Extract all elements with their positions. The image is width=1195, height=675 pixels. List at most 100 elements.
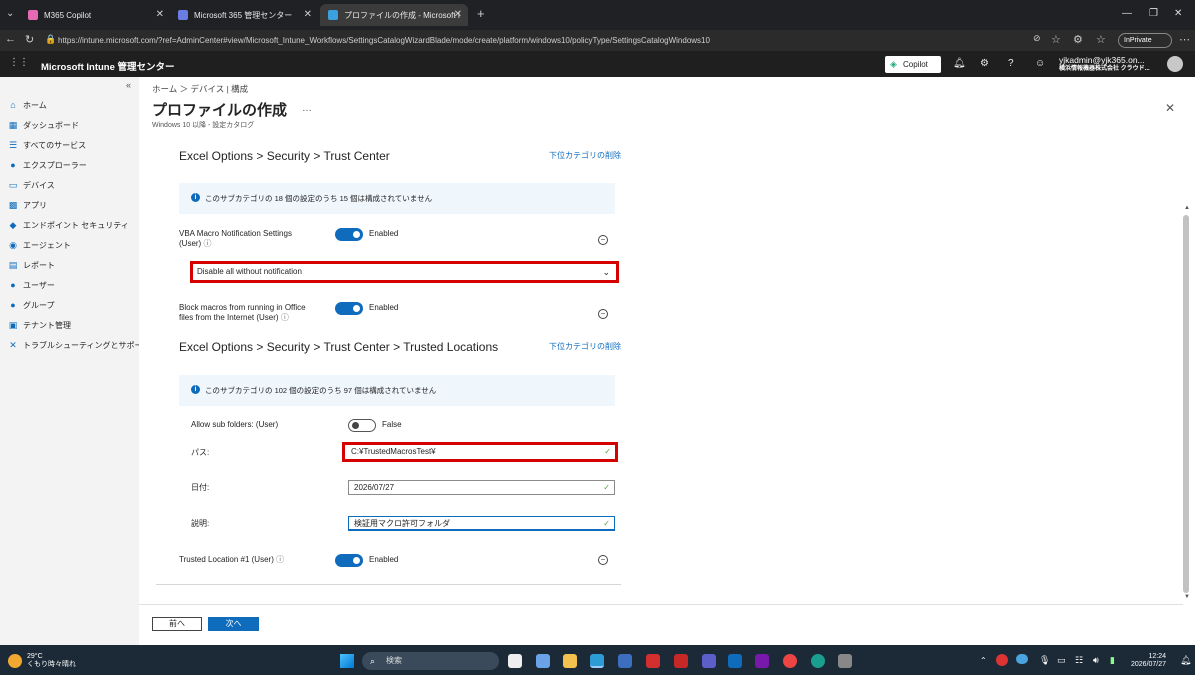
sidebar-item[interactable]: ● ユーザー	[8, 277, 55, 293]
sidebar-item-icon: ●	[10, 300, 16, 310]
close-tab-icon[interactable]: ✕	[304, 9, 312, 20]
sidebar-item[interactable]: ● グループ	[8, 297, 54, 313]
date-label: 日付:	[191, 483, 210, 492]
display-icon[interactable]: ▭	[1057, 655, 1066, 666]
snipping-tool-icon[interactable]	[838, 654, 852, 668]
sidebar-item[interactable]: ▩ アプリ	[8, 197, 47, 213]
lock-icon[interactable]: 🔒	[45, 34, 56, 45]
app-l-icon[interactable]	[646, 654, 660, 668]
collapse-sidebar-icon[interactable]: «	[126, 80, 131, 90]
sidebar-item[interactable]: ◆ エンドポイント セキュリティ	[8, 217, 129, 233]
info-circle-icon[interactable]: ⓘ	[276, 555, 284, 564]
refresh-icon[interactable]: ↻	[25, 33, 34, 46]
description-input[interactable]: 検証用マクロ許可フォルダ ✓	[348, 516, 615, 531]
feedback-icon[interactable]: ☺	[1035, 58, 1045, 69]
next-button[interactable]: 次へ	[208, 617, 259, 631]
tray-app-icon[interactable]	[996, 654, 1008, 666]
sidebar-item[interactable]: ▭ デバイス	[8, 177, 55, 193]
tab-intune-profile[interactable]: プロファイルの作成 - Microsoft Intune ✕	[320, 4, 468, 26]
sidebar-item[interactable]: ▤ レポート	[8, 257, 55, 273]
task-view-icon[interactable]	[508, 654, 522, 668]
sidebar-item[interactable]: ⌂ ホーム	[8, 97, 46, 113]
remove-setting-icon[interactable]: −	[598, 235, 608, 245]
taskbar-search[interactable]: ⌕ 検索	[362, 652, 499, 670]
tracking-icon[interactable]: ⊘	[1033, 33, 1041, 44]
microphone-icon[interactable]: 🎙︎	[1039, 655, 1050, 666]
onenote-icon[interactable]	[755, 654, 769, 668]
trusted-location-toggle[interactable]	[335, 554, 363, 567]
menu-icon[interactable]: ⋯	[1179, 33, 1190, 46]
volume-icon[interactable]: 🔊︎	[1093, 655, 1099, 666]
store-icon[interactable]	[618, 654, 632, 668]
favorite-icon[interactable]: ☆	[1051, 33, 1061, 46]
block-macros-toggle[interactable]	[335, 302, 363, 315]
weather-widget[interactable]: 29°C くもり時々晴れ	[27, 653, 76, 669]
info-circle-icon[interactable]: ⓘ	[203, 239, 211, 248]
tab-actions-icon[interactable]: ⌄	[6, 8, 14, 19]
avatar[interactable]	[1167, 56, 1183, 72]
remove-setting-icon[interactable]: −	[598, 555, 608, 565]
close-tab-icon[interactable]: ✕	[156, 9, 164, 20]
help-icon[interactable]: ?	[1008, 58, 1014, 69]
sidebar-item-icon: ◆	[9, 220, 17, 230]
sidebar-item[interactable]: ☰ すべてのサービス	[8, 137, 86, 153]
breadcrumb[interactable]: ホーム ＞ デバイス | 構成	[152, 83, 248, 95]
favorites-icon[interactable]: ☆	[1096, 33, 1106, 46]
sidebar-item[interactable]: ▦ ダッシュボード	[8, 117, 79, 133]
sidebar-item[interactable]: ● エクスプローラー	[8, 157, 86, 173]
tab-m365-admin[interactable]: Microsoft 365 管理センター ✕	[170, 4, 318, 26]
copilot-app-icon[interactable]	[536, 654, 550, 668]
scroll-up-icon[interactable]: ▲	[1184, 205, 1190, 211]
maximize-icon[interactable]: ❐	[1149, 8, 1158, 19]
info-circle-icon[interactable]: ⓘ	[281, 313, 289, 322]
remove-setting-icon[interactable]: −	[598, 309, 608, 319]
copilot-button[interactable]: ◈ Copilot	[885, 56, 941, 73]
back-icon[interactable]: ←	[5, 33, 16, 45]
weather-icon[interactable]	[8, 654, 22, 668]
sidebar-item[interactable]: ◉ エージェント	[8, 237, 71, 253]
scrollbar[interactable]	[1183, 215, 1189, 593]
close-tab-icon[interactable]: ✕	[454, 9, 462, 20]
onedrive-icon[interactable]	[1016, 654, 1028, 664]
tab-m365-copilot[interactable]: M365 Copilot ✕	[20, 4, 170, 26]
close-blade-icon[interactable]: ✕	[1165, 101, 1175, 115]
outlook-icon[interactable]	[728, 654, 742, 668]
app-launcher-icon[interactable]: ⋮⋮	[9, 57, 29, 68]
new-tab-icon[interactable]: +	[477, 6, 485, 21]
account-info[interactable]: yjkadmin@yjk365.on... 横浜情報機器株式会社 クラウド...	[1059, 56, 1150, 74]
sidebar-item-label: エンドポイント セキュリティ	[23, 220, 129, 230]
scroll-down-icon[interactable]: ▼	[1184, 594, 1190, 600]
sidebar-item-icon: ◉	[9, 240, 17, 250]
taskbar-clock[interactable]: 12:24 2026/07/27	[1131, 653, 1166, 669]
minimize-icon[interactable]: —	[1122, 8, 1132, 19]
path-input[interactable]: C:¥TrustedMacrosTest¥ ✓	[346, 445, 615, 459]
tray-chevron-icon[interactable]: ⌃	[980, 656, 987, 665]
notifications-icon[interactable]: 🔔︎	[1180, 655, 1191, 666]
file-explorer-icon[interactable]	[563, 654, 577, 668]
allow-subfolders-toggle[interactable]	[348, 419, 376, 432]
edge-icon[interactable]	[590, 654, 604, 668]
network-icon[interactable]: ☷	[1075, 655, 1083, 666]
start-icon[interactable]	[340, 654, 354, 668]
inprivate-badge[interactable]: InPrivate	[1118, 33, 1172, 48]
notification-icon[interactable]: 🔔︎	[953, 58, 966, 69]
more-options-icon[interactable]: …	[302, 103, 312, 114]
sidebar-item[interactable]: ✕ トラブルシューティングとサポート	[8, 337, 150, 353]
chrome-icon[interactable]	[783, 654, 797, 668]
date-input[interactable]: 2026/07/27 ✓	[348, 480, 615, 495]
vba-notification-toggle[interactable]	[335, 228, 363, 241]
previous-button[interactable]: 前へ	[152, 617, 202, 631]
sidebar-item[interactable]: ▣ テナント管理	[8, 317, 71, 333]
delete-subcategory-link[interactable]: 下位カテゴリの削除	[549, 341, 621, 352]
extensions-icon[interactable]: ⚙	[1073, 33, 1083, 46]
battery-icon[interactable]: ▮	[1110, 655, 1115, 666]
window-close-icon[interactable]: ✕	[1174, 8, 1182, 19]
vba-notification-dropdown[interactable]: Disable all without notification ⌄	[193, 264, 616, 280]
settings-icon[interactable]: ⚙	[980, 58, 989, 69]
edge-dev-icon[interactable]	[811, 654, 825, 668]
url-field[interactable]: https://intune.microsoft.com/?ref=AdminC…	[58, 33, 1118, 49]
portal-brand[interactable]: Microsoft Intune 管理センター	[41, 59, 175, 73]
delete-subcategory-link[interactable]: 下位カテゴリの削除	[549, 150, 621, 161]
mcafee-icon[interactable]	[674, 654, 688, 668]
teams-icon[interactable]	[702, 654, 716, 668]
